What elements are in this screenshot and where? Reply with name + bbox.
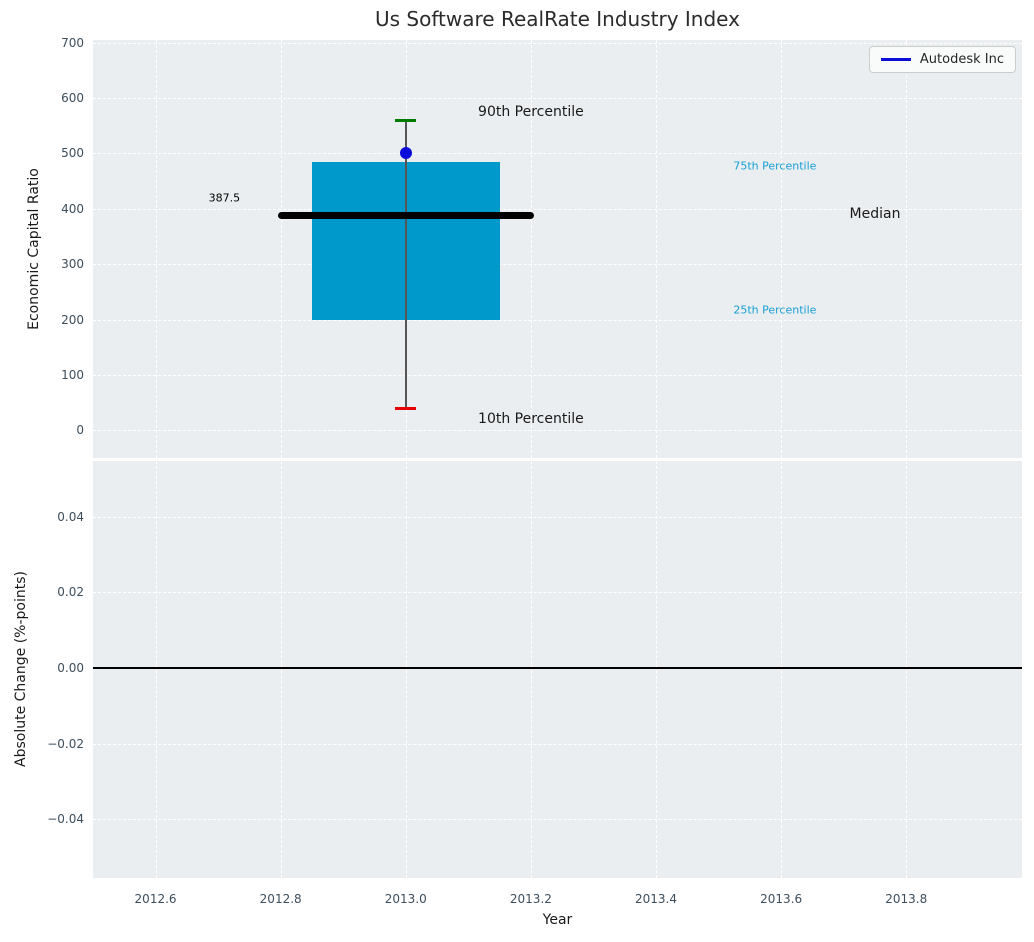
x-tick-label: 2013.4: [635, 892, 677, 906]
y-tick-label: 0.00: [57, 661, 84, 675]
x-tick-label: 2013.8: [885, 892, 927, 906]
v-gridline: [781, 40, 782, 458]
h-gridline: [93, 592, 1022, 593]
annotation: 25th Percentile: [733, 304, 816, 317]
top-axes-economic-capital-ratio: Autodesk Inc 0100200300400500600700387.5…: [93, 40, 1022, 458]
figure: Us Software RealRate Industry Index Auto…: [0, 0, 1034, 942]
v-gridline: [281, 461, 282, 878]
v-gridline: [656, 461, 657, 878]
y-tick-label: −0.02: [47, 737, 84, 751]
v-gridline: [906, 40, 907, 458]
y-tick-label: 700: [61, 36, 84, 50]
annotation: 90th Percentile: [478, 104, 584, 120]
h-gridline: [93, 517, 1022, 518]
v-gridline: [406, 461, 407, 878]
y-tick-label: 500: [61, 146, 84, 160]
y-tick-label: 300: [61, 257, 84, 271]
zero-line: [93, 667, 1022, 669]
whisker-line: [405, 120, 407, 408]
h-gridline: [93, 264, 1022, 265]
y-tick-label: 600: [61, 91, 84, 105]
v-gridline: [281, 40, 282, 458]
bottom-axes-absolute-change: 0.040.020.00−0.02−0.042012.62012.82013.0…: [93, 461, 1022, 878]
h-gridline: [93, 430, 1022, 431]
v-gridline: [531, 40, 532, 458]
bottom-y-axis-label: Absolute Change (%-points): [13, 571, 29, 767]
y-tick-label: 400: [61, 202, 84, 216]
x-tick-label: 2013.6: [760, 892, 802, 906]
x-tick-label: 2012.8: [260, 892, 302, 906]
h-gridline: [93, 819, 1022, 820]
annotation: 387.5: [209, 191, 241, 204]
top-y-axis-label: Economic Capital Ratio: [26, 168, 42, 330]
v-gridline: [906, 461, 907, 878]
annotation: Median: [850, 206, 901, 222]
data-point-autodesk-inc: [400, 147, 412, 159]
chart-title: Us Software RealRate Industry Index: [93, 7, 1022, 31]
v-gridline: [781, 461, 782, 878]
y-tick-label: −0.04: [47, 812, 84, 826]
median-line: [278, 212, 534, 219]
y-tick-label: 0: [76, 423, 84, 437]
h-gridline: [93, 375, 1022, 376]
whisker-cap-10th: [395, 407, 416, 410]
h-gridline: [93, 153, 1022, 154]
legend: Autodesk Inc: [869, 46, 1016, 73]
y-tick-label: 100: [61, 368, 84, 382]
v-gridline: [656, 40, 657, 458]
y-tick-label: 0.02: [57, 585, 84, 599]
x-tick-label: 2012.6: [135, 892, 177, 906]
x-tick-label: 2013.0: [385, 892, 427, 906]
h-gridline: [93, 744, 1022, 745]
legend-line-icon: [881, 58, 911, 61]
h-gridline: [93, 43, 1022, 44]
h-gridline: [93, 320, 1022, 321]
v-gridline: [156, 40, 157, 458]
y-tick-label: 0.04: [57, 510, 84, 524]
v-gridline: [156, 461, 157, 878]
h-gridline: [93, 98, 1022, 99]
annotation: 10th Percentile: [478, 411, 584, 427]
x-tick-label: 2013.2: [510, 892, 552, 906]
x-axis-label: Year: [93, 912, 1022, 928]
legend-label: Autodesk Inc: [920, 52, 1004, 67]
annotation: 75th Percentile: [733, 160, 816, 173]
v-gridline: [531, 461, 532, 878]
y-tick-label: 200: [61, 313, 84, 327]
whisker-cap-90th: [395, 119, 416, 122]
